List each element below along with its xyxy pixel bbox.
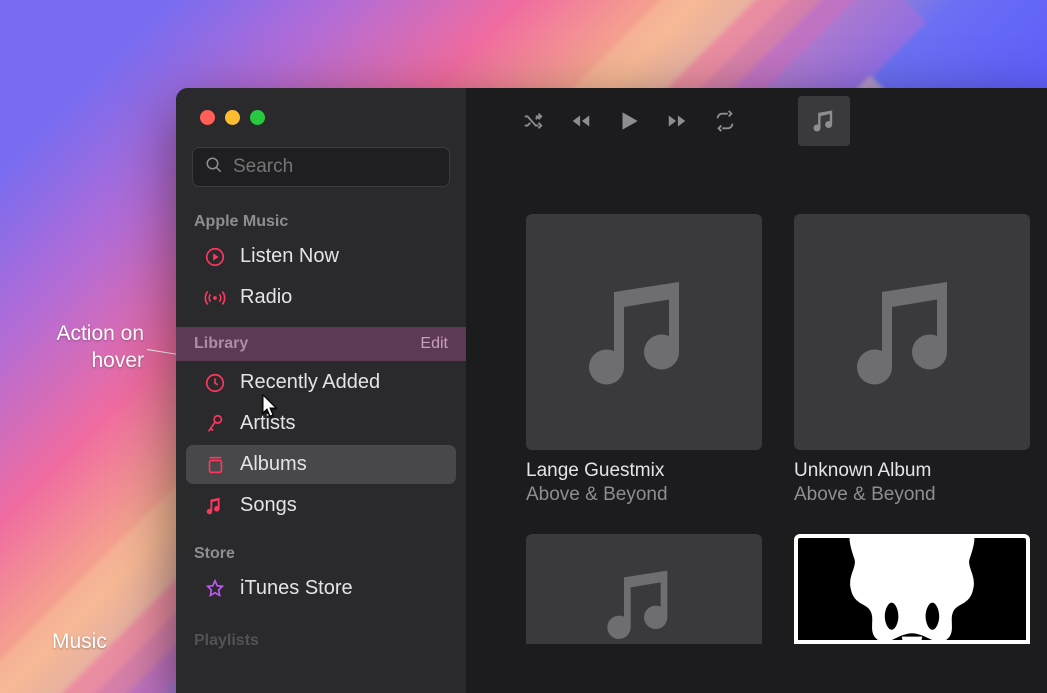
- album-grid-row2: [466, 506, 1047, 644]
- section-header-store: Store: [176, 527, 466, 567]
- annotation-music: Music: [52, 628, 107, 655]
- main-content: Lange Guestmix Above & Beyond Unknown Al…: [466, 88, 1047, 693]
- sidebar-item-label: Songs: [240, 494, 297, 517]
- sidebar-item-albums[interactable]: Albums: [186, 445, 456, 484]
- album-grid: Lange Guestmix Above & Beyond Unknown Al…: [466, 154, 1047, 506]
- album-art-tiger: [794, 534, 1030, 644]
- album-card[interactable]: [794, 534, 1030, 644]
- previous-button[interactable]: [566, 106, 596, 136]
- star-icon: [204, 578, 226, 600]
- sidebar-item-label: Recently Added: [240, 371, 380, 394]
- sidebar-item-listen-now[interactable]: Listen Now: [186, 237, 456, 276]
- annotation-action-on-hover: Action on hover: [44, 320, 144, 375]
- section-title: Library: [194, 335, 248, 353]
- radio-icon: [204, 287, 226, 309]
- sidebar-item-artists[interactable]: Artists: [186, 404, 456, 443]
- album-art-placeholder: [526, 534, 762, 644]
- sidebar-item-label: iTunes Store: [240, 577, 353, 600]
- albums-icon: [204, 454, 226, 476]
- music-window: Apple Music Listen Now Radio Library Edi…: [176, 88, 1047, 693]
- album-card[interactable]: Lange Guestmix Above & Beyond: [526, 214, 762, 506]
- window-controls: [176, 88, 466, 125]
- sidebar-item-radio[interactable]: Radio: [186, 278, 456, 317]
- sidebar-item-songs[interactable]: Songs: [186, 486, 456, 525]
- play-circle-icon: [204, 246, 226, 268]
- sidebar: Apple Music Listen Now Radio Library Edi…: [176, 88, 466, 693]
- clock-icon: [204, 372, 226, 394]
- sidebar-item-label: Radio: [240, 286, 292, 309]
- section-header-playlists: Playlists: [176, 610, 466, 654]
- album-title: Lange Guestmix: [526, 460, 762, 482]
- sidebar-item-label: Albums: [240, 453, 307, 476]
- edit-button[interactable]: Edit: [420, 335, 448, 353]
- search-field[interactable]: [192, 147, 450, 187]
- now-playing-lcd[interactable]: [798, 96, 850, 146]
- search-input[interactable]: [233, 156, 437, 178]
- album-art-placeholder: [794, 214, 1030, 450]
- microphone-icon: [204, 413, 226, 435]
- play-button[interactable]: [614, 106, 644, 136]
- section-header-apple-music: Apple Music: [176, 195, 466, 235]
- album-card[interactable]: Unknown Album Above & Beyond: [794, 214, 1030, 506]
- minimize-button[interactable]: [225, 110, 240, 125]
- next-button[interactable]: [662, 106, 692, 136]
- sidebar-item-recently-added[interactable]: Recently Added: [186, 363, 456, 402]
- sidebar-item-label: Listen Now: [240, 245, 339, 268]
- zoom-button[interactable]: [250, 110, 265, 125]
- music-note-icon: [204, 495, 226, 517]
- section-header-library[interactable]: Library Edit: [176, 327, 466, 361]
- close-button[interactable]: [200, 110, 215, 125]
- album-title: Unknown Album: [794, 460, 1030, 482]
- search-icon: [205, 156, 223, 179]
- album-art-placeholder: [526, 214, 762, 450]
- playback-toolbar: [466, 88, 1047, 154]
- album-artist: Above & Beyond: [794, 484, 1030, 506]
- sidebar-item-itunes-store[interactable]: iTunes Store: [186, 569, 456, 608]
- album-card[interactable]: [526, 534, 762, 644]
- sidebar-item-label: Artists: [240, 412, 296, 435]
- repeat-button[interactable]: [710, 106, 740, 136]
- shuffle-button[interactable]: [518, 106, 548, 136]
- album-artist: Above & Beyond: [526, 484, 762, 506]
